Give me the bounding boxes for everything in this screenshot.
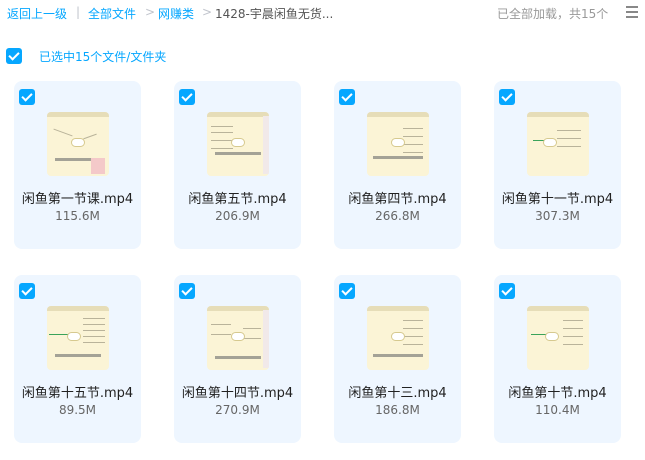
file-card[interactable]: 闲鱼第十五节.mp4 89.5M: [14, 275, 141, 443]
file-size: 270.9M: [215, 403, 260, 417]
file-name[interactable]: 闲鱼第十五节.mp4: [14, 382, 141, 401]
file-size: 89.5M: [58, 403, 97, 417]
top-bar: 返回上一级 | 全部文件 > 网赚类 > 1428-宇晨闲鱼无货... 已全部加…: [0, 0, 645, 28]
file-card[interactable]: 闲鱼第十一节.mp4 307.3M: [494, 81, 621, 249]
file-size: 206.9M: [215, 209, 260, 223]
file-name[interactable]: 闲鱼第十一节.mp4: [494, 188, 621, 207]
load-status: 已全部加载，共15个: [497, 7, 609, 21]
video-thumbnail: [367, 306, 429, 370]
file-name[interactable]: 闲鱼第五节.mp4: [174, 188, 301, 207]
list-view-icon[interactable]: [626, 6, 638, 18]
breadcrumb-folder[interactable]: 网赚类: [158, 5, 194, 22]
selection-count: 已选中15个文件/文件夹: [39, 50, 167, 64]
select-all-checkbox[interactable]: [6, 48, 22, 64]
video-thumbnail: [367, 112, 429, 176]
file-checkbox[interactable]: [179, 283, 195, 299]
file-size: 266.8M: [375, 209, 420, 223]
file-name[interactable]: 闲鱼第十三.mp4: [334, 382, 461, 401]
file-size: 110.4M: [535, 403, 580, 417]
breadcrumb-separator: |: [76, 5, 81, 19]
file-checkbox[interactable]: [179, 89, 195, 105]
back-link[interactable]: 返回上一级: [7, 5, 67, 22]
file-size: 186.8M: [375, 403, 420, 417]
file-card[interactable]: 闲鱼第五节.mp4 206.9M: [174, 81, 301, 249]
video-thumbnail: [47, 306, 109, 370]
file-card[interactable]: 闲鱼第四节.mp4 266.8M: [334, 81, 461, 249]
file-card[interactable]: 闲鱼第十三.mp4 186.8M: [334, 275, 461, 443]
file-size: 307.3M: [535, 209, 580, 223]
file-card[interactable]: 闲鱼第一节课.mp4 115.6M: [14, 81, 141, 249]
breadcrumb-separator: >: [145, 5, 156, 19]
file-card[interactable]: 闲鱼第十四节.mp4 270.9M: [174, 275, 301, 443]
file-size: 115.6M: [55, 209, 100, 223]
file-checkbox[interactable]: [339, 283, 355, 299]
file-name[interactable]: 闲鱼第一节课.mp4: [14, 188, 141, 207]
file-name[interactable]: 闲鱼第四节.mp4: [334, 188, 461, 207]
file-name[interactable]: 闲鱼第十四节.mp4: [174, 382, 301, 401]
breadcrumb-separator: >: [202, 5, 213, 19]
video-thumbnail: [47, 112, 109, 176]
file-name[interactable]: 闲鱼第十节.mp4: [494, 382, 621, 401]
video-thumbnail: [207, 306, 269, 370]
file-checkbox[interactable]: [499, 89, 515, 105]
file-checkbox[interactable]: [499, 283, 515, 299]
file-checkbox[interactable]: [19, 89, 35, 105]
breadcrumb-all-files[interactable]: 全部文件: [88, 5, 136, 22]
file-checkbox[interactable]: [339, 89, 355, 105]
file-card[interactable]: 闲鱼第十节.mp4 110.4M: [494, 275, 621, 443]
video-thumbnail: [527, 112, 589, 176]
breadcrumb-current: 1428-宇晨闲鱼无货...: [215, 7, 334, 21]
video-thumbnail: [527, 306, 589, 370]
file-checkbox[interactable]: [19, 283, 35, 299]
video-thumbnail: [207, 112, 269, 176]
